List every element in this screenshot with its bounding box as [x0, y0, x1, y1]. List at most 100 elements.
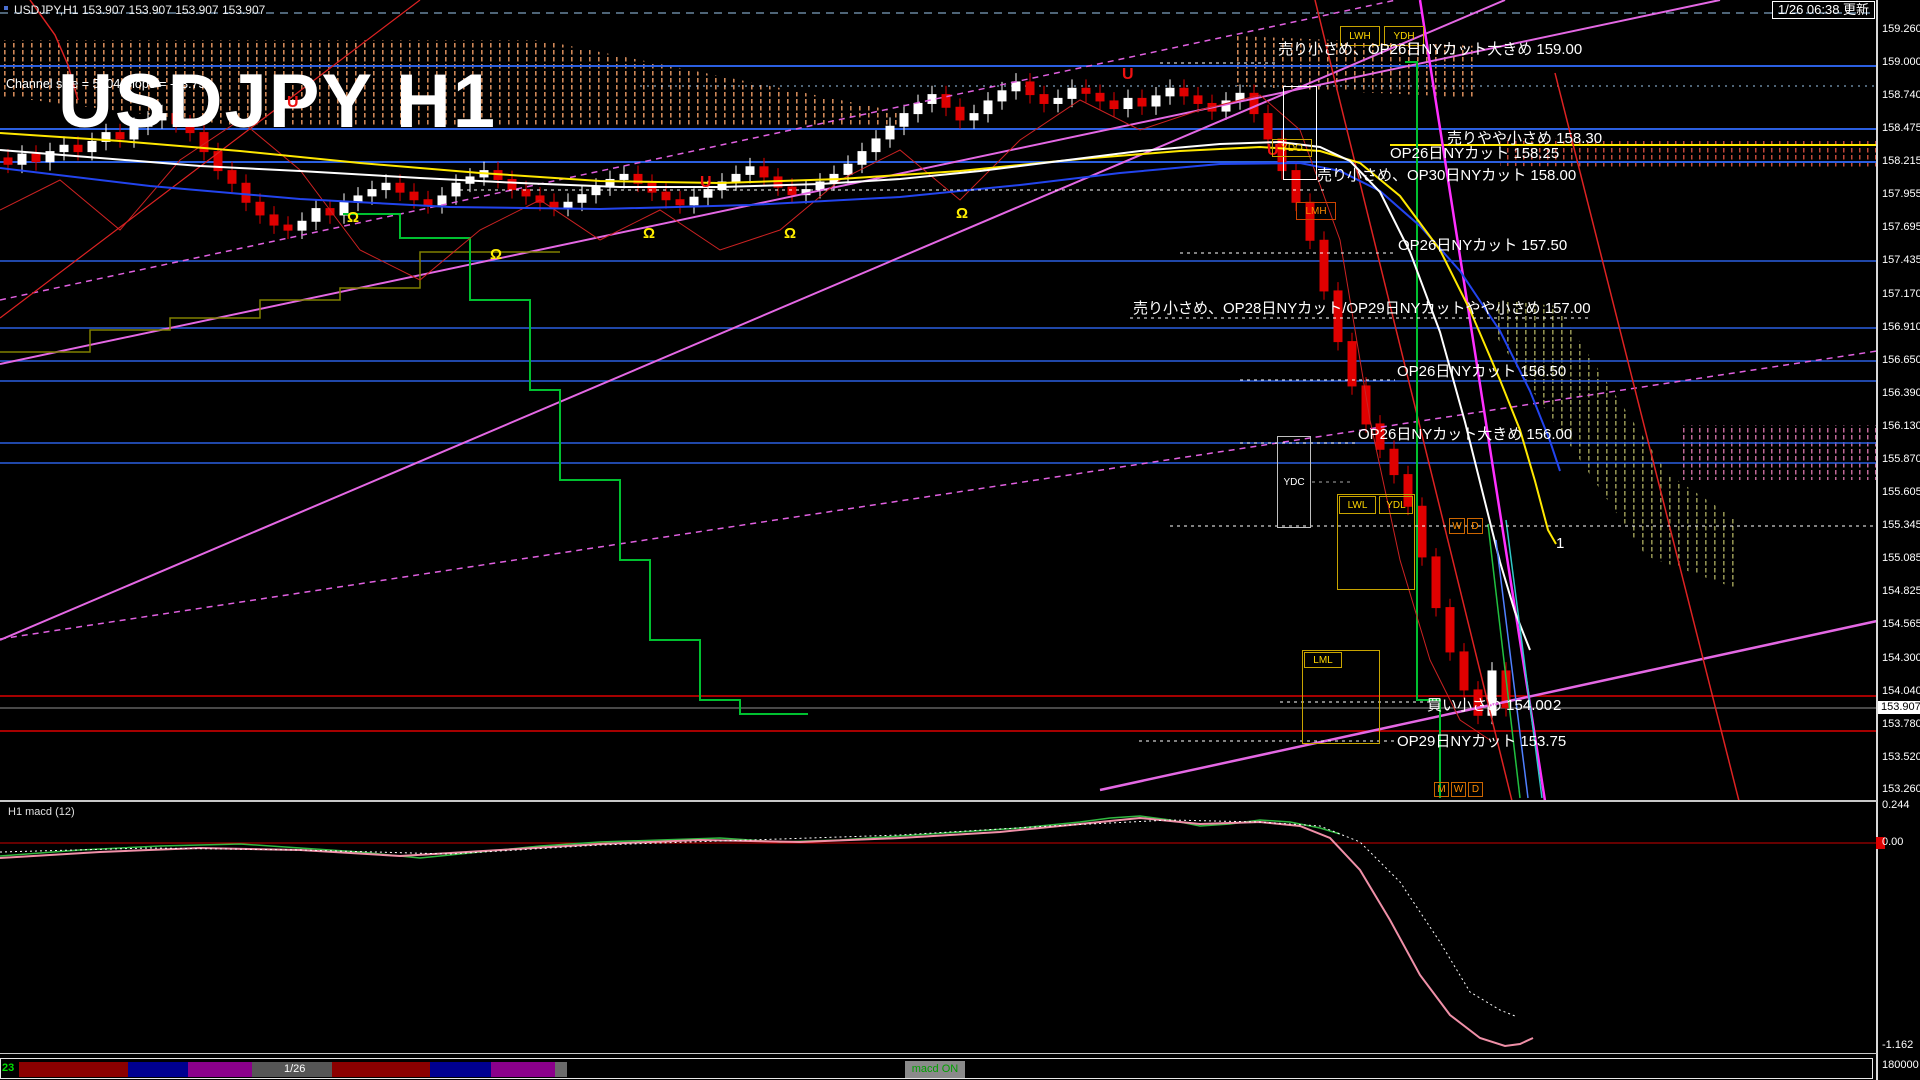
day-strip-date-label: 1/26: [284, 1063, 306, 1075]
level-box: [1283, 86, 1317, 180]
chart-annotation: 2: [1553, 697, 1562, 714]
day-strip-segment: [430, 1062, 491, 1077]
price-axis-label: 154.300: [1882, 652, 1920, 664]
candle-body: [675, 199, 685, 206]
candle-body: [437, 195, 447, 206]
candle-body: [367, 189, 377, 197]
day-strip-segment: [332, 1062, 430, 1077]
candle-body: [73, 144, 83, 153]
pane-separator-bottom[interactable]: [0, 1053, 1877, 1054]
price-axis-label: 153.520: [1882, 751, 1920, 763]
price-axis-label: 155.605: [1882, 486, 1920, 498]
candle-body: [241, 182, 251, 203]
level-box: YDC: [1277, 436, 1311, 528]
current-price-label: 153.907: [1878, 701, 1920, 714]
candle-body: [227, 170, 237, 184]
chart-annotation: 売り小さめ、OP28日NYカット/OP29日NYカットやや小さめ 157.00: [1133, 300, 1591, 317]
candle-body: [269, 214, 279, 226]
candle-body: [787, 186, 797, 196]
candle-body: [423, 199, 433, 206]
candle-body: [591, 186, 601, 196]
candle-body: [857, 151, 867, 165]
buy-marker-icon: Ω: [347, 209, 360, 226]
price-axis-label: 156.650: [1882, 354, 1920, 366]
candle-body: [311, 208, 321, 222]
macd-axis-label: -1.162: [1882, 1039, 1914, 1051]
candle-body: [689, 196, 699, 206]
level-box: W: [1449, 518, 1465, 534]
candle-body: [1123, 97, 1133, 110]
price-axis-label: 155.870: [1882, 453, 1920, 465]
candle-body: [1431, 556, 1441, 609]
symbol-bullet: [4, 6, 8, 10]
candle-body: [1445, 607, 1455, 653]
sell-marker-icon: U: [700, 174, 712, 191]
day-strip-segment: [19, 1062, 128, 1077]
chart-annotation: 売り小さめ、OP30日NYカット 158.00: [1317, 167, 1577, 184]
day-strip-segment: [128, 1062, 188, 1077]
candle-body: [1053, 97, 1063, 104]
candle-body: [871, 138, 881, 153]
symbol-info: USDJPY,H1 153.907 153.907 153.907 153.90…: [14, 3, 266, 17]
chart-annotation: OP26日NYカット 156.50: [1397, 363, 1567, 380]
buy-marker-icon: Ω: [956, 205, 969, 222]
chart-annotation: OP26日NYカット 157.50: [1398, 237, 1568, 254]
buy-marker-icon: Ω: [490, 246, 503, 263]
candle-body: [983, 100, 993, 115]
price-axis-label: 156.390: [1882, 387, 1920, 399]
price-axis-label: 153.780: [1882, 718, 1920, 730]
level-box: M: [1434, 782, 1449, 797]
candle-body: [731, 173, 741, 183]
price-axis-label: 156.910: [1882, 321, 1920, 333]
level-box: D: [1468, 782, 1483, 797]
candle-body: [927, 94, 937, 104]
candle-body: [283, 224, 293, 231]
candle-body: [1067, 87, 1077, 99]
candle-body: [759, 166, 769, 178]
pane-separator-top[interactable]: [0, 800, 1877, 802]
price-axis-label: 157.435: [1882, 254, 1920, 266]
candle-body: [1319, 239, 1329, 292]
channel-info: Channel size = 5704 Slope = -13.75: [6, 77, 206, 91]
candle-body: [745, 166, 755, 175]
candle-body: [1389, 448, 1399, 476]
sell-marker-icon: U: [1122, 66, 1134, 83]
candle-body: [521, 189, 531, 197]
candle-body: [395, 182, 405, 193]
level-box: W: [1451, 782, 1466, 797]
price-axis-label: 153.260: [1882, 783, 1920, 795]
candle-body: [17, 153, 27, 165]
price-axis-label: 158.215: [1882, 155, 1920, 167]
candle-body: [1165, 87, 1175, 97]
macd-indicator-label: H1 macd (12): [8, 806, 75, 818]
candle-body: [1263, 113, 1273, 140]
level-box: LML: [1304, 652, 1342, 668]
price-axis-label: 159.260: [1882, 23, 1920, 35]
candle-body: [1025, 81, 1035, 96]
candle-body: [1011, 81, 1021, 92]
drop-green: [1487, 523, 1521, 799]
candle-body: [1039, 94, 1049, 104]
candle-body: [661, 191, 671, 201]
chart-annotation: 売り小さめ、OP26日NYカット大きめ 159.00: [1278, 41, 1583, 58]
chart-watermark: USDJPY H1: [58, 59, 498, 144]
macd-axis-label: 0.244: [1882, 799, 1910, 811]
level-box: YDL: [1379, 496, 1413, 514]
price-axis-label: 155.345: [1882, 519, 1920, 531]
candle-body: [1459, 651, 1469, 691]
day-strip-segment: [188, 1062, 252, 1077]
macd-toggle[interactable]: macd ON: [905, 1061, 965, 1078]
price-axis-label: 154.040: [1882, 685, 1920, 697]
price-axis-label: 157.170: [1882, 288, 1920, 300]
level-box: D: [1467, 518, 1483, 534]
candle-body: [1151, 95, 1161, 107]
candle-body: [381, 182, 391, 191]
candle-body: [1193, 95, 1203, 104]
candle-body: [1137, 97, 1147, 107]
macd-green: [0, 815, 1341, 859]
chart-annotation: 買い小さめ 154.00: [1427, 697, 1553, 714]
price-axis-line: [1876, 0, 1878, 1080]
chart-canvas[interactable]: [0, 0, 1920, 1080]
updated-timestamp: 1/26 06:38 更新: [1772, 1, 1876, 19]
candle-body: [885, 125, 895, 140]
